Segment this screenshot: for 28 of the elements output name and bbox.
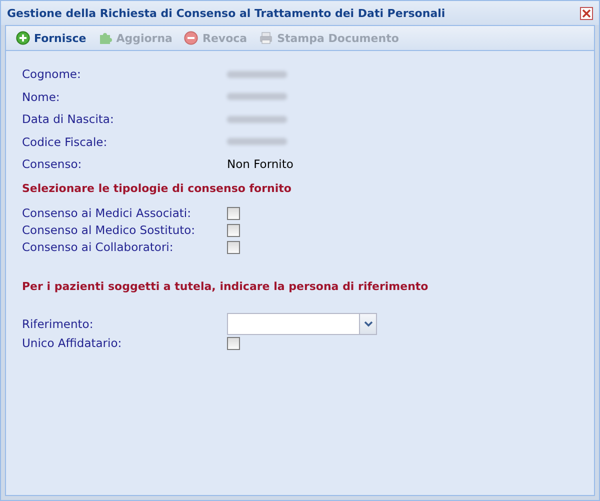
close-button[interactable] [580, 6, 593, 20]
checkbox[interactable] [227, 336, 240, 350]
field-label: Data di Nascita: [22, 112, 115, 126]
field-label: Codice Fiscale: [22, 134, 108, 149]
printer-icon [259, 31, 274, 45]
section-heading: Selezionare le tipologie di consenso fornito [22, 182, 292, 194]
blurred-value [227, 116, 287, 123]
checkbox[interactable] [227, 224, 240, 236]
field-label: Cognome: [22, 67, 82, 82]
field-label: Consenso ai Collaboratori: [22, 240, 174, 254]
minus-circle-icon [184, 31, 198, 45]
section-heading: Per i pazienti soggetti a tutela, indicare la persona di riferimento [22, 280, 430, 292]
field-label: Riferimento: [22, 316, 94, 330]
blurred-value [227, 138, 287, 146]
field-label: Consenso al Medico Sostituto: [22, 223, 196, 237]
checkbox[interactable] [227, 206, 240, 220]
field-value: Non Fornito [227, 157, 294, 172]
blurred-value [227, 70, 287, 78]
field-label: Consenso ai Medici Associati: [22, 206, 192, 220]
blurred-value [227, 93, 287, 100]
field-label: Nome: [22, 90, 61, 104]
checkbox[interactable] [227, 240, 240, 254]
puzzle-icon [98, 31, 112, 45]
toolbar-button[interactable]: Fornisce [12, 29, 90, 47]
field-label: Consenso: [22, 157, 83, 172]
window-title: Gestione della Richiesta di Consenso al Trattamento dei Dati Personali [7, 6, 446, 20]
field-label: Unico Affidatario: [22, 336, 123, 350]
plus-circle-icon [16, 31, 30, 45]
